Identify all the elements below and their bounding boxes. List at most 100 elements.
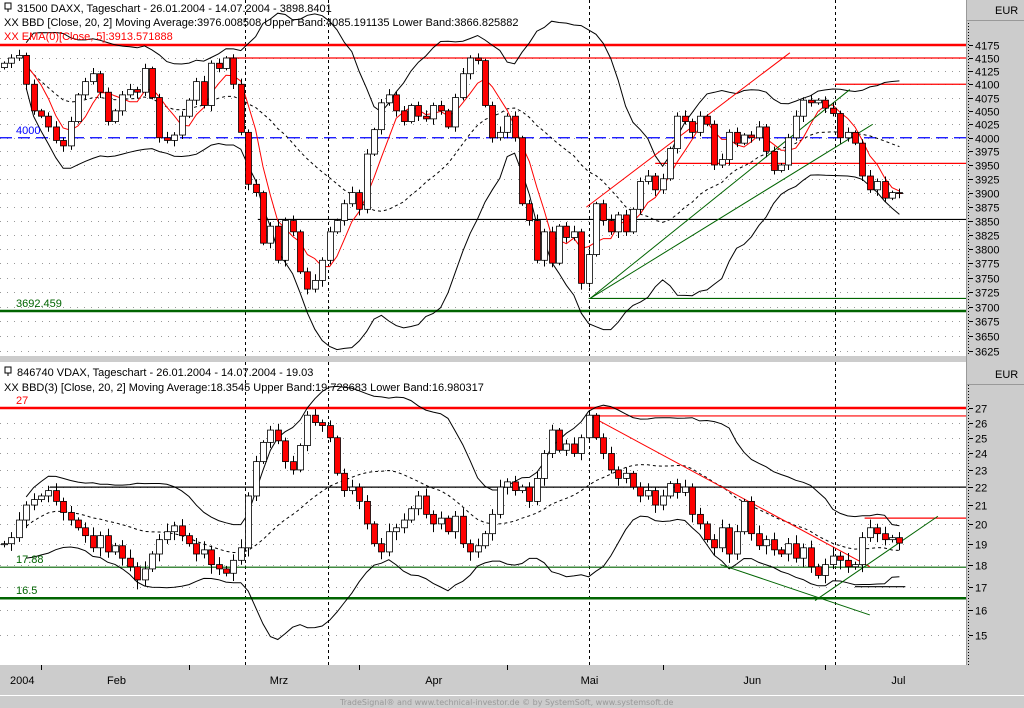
- vdax-candle[interactable]: [304, 411, 311, 452]
- candle-body: [667, 148, 674, 180]
- dax-bollinger-legend[interactable]: XX BBD [Close, 20, 2] Moving Average:397…: [4, 17, 519, 29]
- dax-candle[interactable]: [378, 99, 385, 135]
- dax-candle[interactable]: [105, 87, 112, 126]
- dax-candle[interactable]: [852, 130, 859, 146]
- candle-body: [401, 519, 408, 529]
- dax-candle[interactable]: [245, 129, 252, 191]
- dax-candle[interactable]: [186, 98, 193, 119]
- vdax-candle[interactable]: [667, 481, 674, 499]
- vdax-candle[interactable]: [586, 410, 593, 443]
- dax-candle[interactable]: [112, 108, 119, 124]
- dax-candle[interactable]: [75, 92, 82, 124]
- candle-body: [334, 437, 341, 474]
- vdax-candle[interactable]: [549, 424, 556, 459]
- dax-candle[interactable]: [275, 220, 282, 264]
- vdax-candle[interactable]: [371, 521, 378, 547]
- vdax-candle[interactable]: [245, 492, 252, 557]
- dax-candle[interactable]: [23, 52, 30, 90]
- dax-candle[interactable]: [282, 217, 289, 267]
- candle-body: [297, 445, 304, 471]
- vdax-candle[interactable]: [334, 435, 341, 476]
- dax-candle[interactable]: [31, 79, 38, 115]
- vdax-candle[interactable]: [704, 521, 711, 543]
- vdax-candle[interactable]: [748, 496, 755, 541]
- dax-candle[interactable]: [297, 229, 304, 274]
- vdax-candle[interactable]: [297, 443, 304, 473]
- dax-candle[interactable]: [68, 116, 75, 150]
- dax-candle[interactable]: [785, 133, 792, 170]
- candle-body: [341, 472, 348, 492]
- candle-body: [741, 500, 748, 533]
- dax-ema-legend[interactable]: XX EMA(0)[Close, 5]:3913.571888: [4, 31, 173, 43]
- candle-body: [90, 535, 97, 549]
- dax-candle[interactable]: [238, 78, 245, 136]
- dax-candle[interactable]: [142, 63, 149, 97]
- vdax-candle[interactable]: [253, 455, 260, 502]
- vdax-candle[interactable]: [482, 530, 489, 549]
- candle-body: [748, 134, 755, 139]
- dax-candle[interactable]: [674, 112, 681, 154]
- vdax-candle[interactable]: [630, 470, 637, 490]
- vdax-candle[interactable]: [260, 440, 267, 464]
- candle-body: [393, 527, 400, 533]
- dax-candle[interactable]: [741, 133, 748, 146]
- dax-candle[interactable]: [859, 139, 866, 181]
- dax-candle[interactable]: [156, 93, 163, 143]
- dax-candle[interactable]: [371, 127, 378, 157]
- vdax-candle[interactable]: [741, 498, 748, 535]
- candle-body: [267, 225, 274, 244]
- candle-body: [156, 539, 163, 555]
- dax-candle[interactable]: [534, 214, 541, 264]
- dax-candle[interactable]: [260, 190, 267, 246]
- candle-body: [734, 531, 741, 555]
- time-axis[interactable]: [0, 665, 966, 695]
- vdax-bollinger-legend[interactable]: XX BBD(3) [Close, 20, 2] Moving Average:…: [4, 382, 484, 394]
- dax-candle[interactable]: [512, 111, 519, 142]
- candle-body: [556, 429, 563, 451]
- dax-candle[interactable]: [578, 228, 585, 290]
- vdax-y-tick-label: 23: [975, 466, 987, 478]
- candle-body: [238, 83, 245, 133]
- vdax-candle[interactable]: [149, 551, 156, 572]
- vdax-candle[interactable]: [593, 413, 600, 440]
- dax-candle[interactable]: [637, 177, 644, 215]
- dax-candle[interactable]: [230, 54, 237, 90]
- dax-candle[interactable]: [593, 201, 600, 257]
- dax-candle[interactable]: [208, 60, 215, 112]
- dax-candle[interactable]: [630, 207, 637, 234]
- dax-candle[interactable]: [549, 226, 556, 268]
- dax-candle[interactable]: [223, 56, 230, 71]
- candle-body: [8, 537, 15, 545]
- upper-plot-area[interactable]: [0, 0, 966, 356]
- candle-body: [408, 105, 415, 122]
- dax-candle[interactable]: [364, 149, 371, 214]
- candle-body: [682, 115, 689, 122]
- candle-body: [549, 231, 556, 264]
- dax-candle[interactable]: [519, 135, 526, 206]
- candle-body: [541, 231, 548, 261]
- vdax-candle[interactable]: [408, 506, 415, 523]
- dax-candle[interactable]: [482, 58, 489, 108]
- vdax-candle[interactable]: [556, 427, 563, 453]
- dax-candle[interactable]: [667, 146, 674, 181]
- dax-candle[interactable]: [452, 93, 459, 132]
- dax-y-tick-label: 3925: [975, 175, 999, 187]
- dax-candle[interactable]: [149, 66, 156, 100]
- candle-body: [741, 134, 748, 144]
- panel-divider[interactable]: [0, 356, 1024, 362]
- dax-candle[interactable]: [586, 249, 593, 288]
- candle-body: [600, 437, 607, 454]
- dax-candle[interactable]: [704, 114, 711, 127]
- candle-body: [586, 254, 593, 284]
- dax-candle[interactable]: [327, 226, 334, 265]
- dax-candle[interactable]: [711, 120, 718, 170]
- dax-candle[interactable]: [334, 218, 341, 234]
- dax-candle[interactable]: [556, 224, 563, 266]
- candle-body: [423, 495, 430, 515]
- candle-body: [830, 555, 837, 565]
- vdax-candle[interactable]: [445, 515, 452, 535]
- dax-candle[interactable]: [445, 108, 452, 129]
- dax-candle[interactable]: [408, 103, 415, 124]
- dax-candle[interactable]: [489, 101, 496, 143]
- candle-body: [608, 453, 615, 471]
